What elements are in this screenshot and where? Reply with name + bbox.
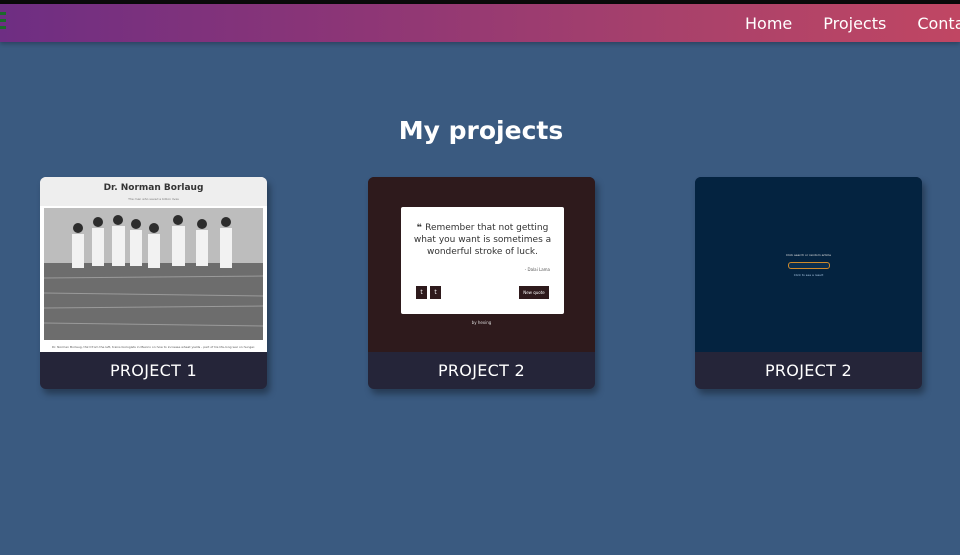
- nav-link-home[interactable]: Home: [745, 14, 792, 33]
- nav-link-contact[interactable]: Contact: [917, 14, 960, 33]
- twitter-icon: t: [416, 286, 427, 299]
- project-thumbnail-1[interactable]: Dr. Norman Borlaug The man who saved a b…: [40, 177, 267, 352]
- quote-icon: ❝: [416, 223, 426, 233]
- menu-bar: [0, 26, 6, 29]
- project-label-3[interactable]: PROJECT 2: [695, 352, 922, 389]
- project-card-2[interactable]: ❝ Remember that not getting what you wan…: [368, 177, 595, 389]
- hamburger-menu-icon[interactable]: [0, 12, 6, 30]
- project-label-1[interactable]: PROJECT 1: [40, 352, 267, 389]
- project-label-2[interactable]: PROJECT 2: [368, 352, 595, 389]
- thumb-search-input: [788, 262, 830, 269]
- thumb-link: Click to see a result: [793, 273, 824, 277]
- thumb-title: Dr. Norman Borlaug: [103, 183, 204, 193]
- thumb-title: Click search or random article: [785, 253, 832, 257]
- menu-bar: [0, 19, 6, 22]
- project-card-3[interactable]: Click search or random article Click to …: [695, 177, 922, 389]
- thumb-byline: by hexing: [471, 320, 492, 325]
- project-thumbnail-2[interactable]: ❝ Remember that not getting what you wan…: [368, 177, 595, 352]
- tumblr-icon: t: [430, 286, 441, 299]
- thumb-caption: Dr. Norman Borlaug, third from the left,…: [51, 345, 256, 349]
- project-card-1[interactable]: Dr. Norman Borlaug The man who saved a b…: [40, 177, 267, 389]
- field-workers-image: [43, 208, 264, 340]
- thumb-photo: [43, 208, 264, 340]
- thumb-subtitle: The man who saved a billion lives: [128, 197, 179, 201]
- quote-author: - Dalai Lama: [524, 267, 550, 272]
- quote-box: ❝ Remember that not getting what you wan…: [401, 207, 564, 314]
- project-thumbnail-3[interactable]: Click search or random article Click to …: [695, 177, 922, 352]
- page-title: My projects: [398, 116, 564, 145]
- nav-links: Home Projects Contact: [745, 4, 960, 42]
- navbar: Home Projects Contact: [0, 4, 960, 42]
- quote-text: ❝ Remember that not getting what you wan…: [413, 223, 552, 257]
- nav-link-projects[interactable]: Projects: [823, 14, 886, 33]
- new-quote-button: New quote: [519, 286, 549, 299]
- menu-bar: [0, 12, 6, 15]
